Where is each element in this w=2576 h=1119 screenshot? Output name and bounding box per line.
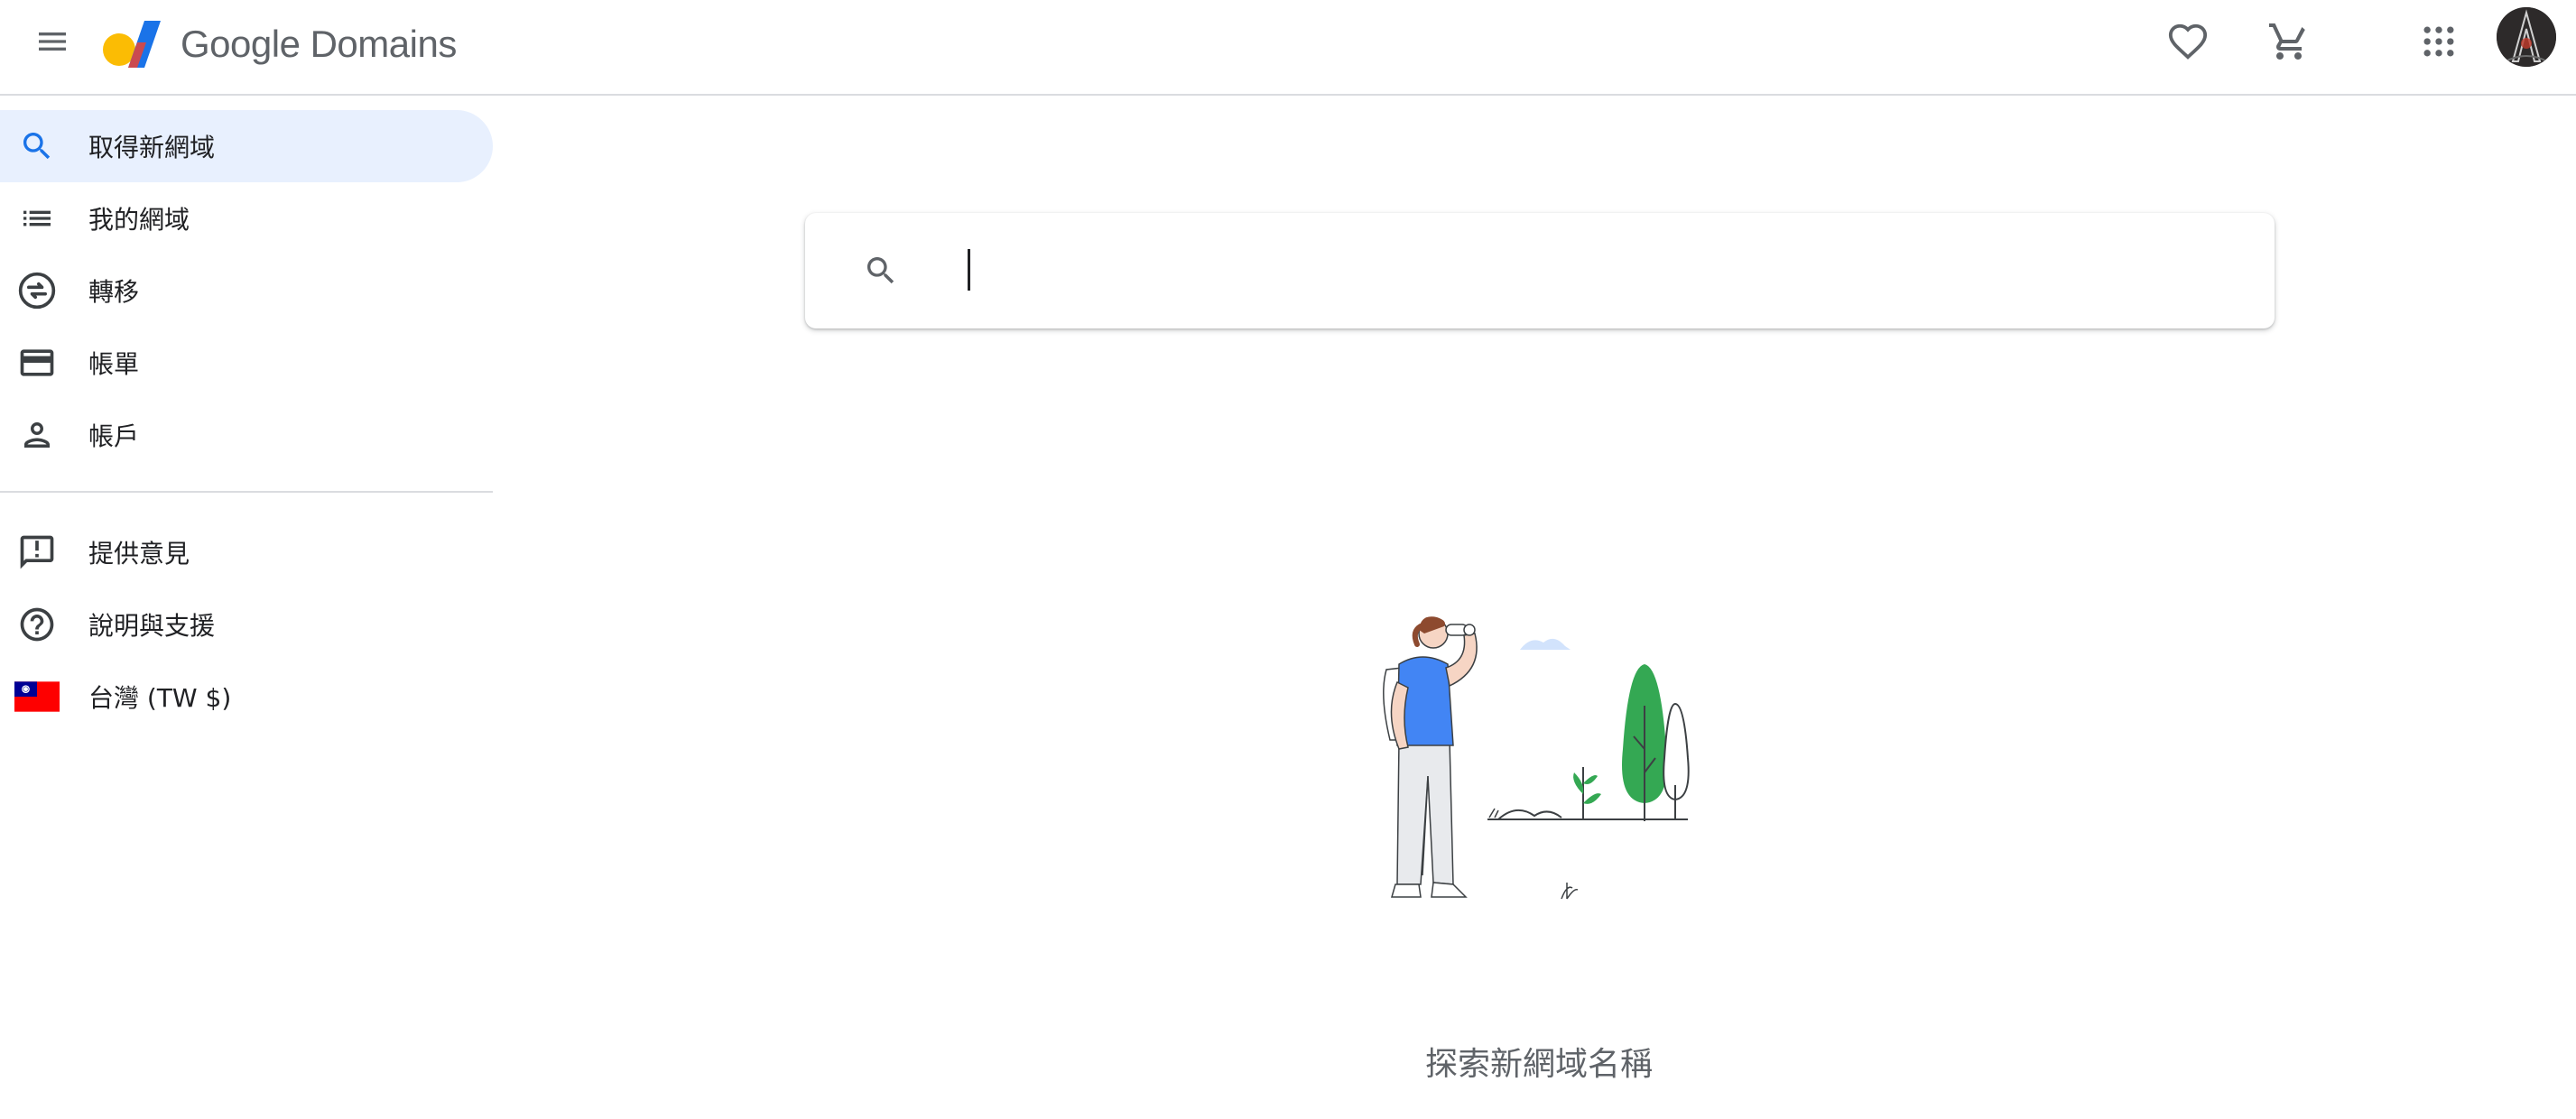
sidebar-divider <box>0 491 493 493</box>
favorites-button[interactable] <box>2161 14 2215 69</box>
sidebar-item-label: 帳單 <box>88 349 140 379</box>
sidebar-item-feedback[interactable]: 提供意見 <box>0 516 493 588</box>
help-icon <box>20 607 54 642</box>
sidebar-item-label: 帳戶 <box>88 421 140 451</box>
list-icon <box>23 210 51 227</box>
google-domains-logo[interactable]: Google Domains <box>101 13 457 76</box>
taiwan-flag-icon <box>14 681 60 712</box>
search-icon <box>23 133 51 160</box>
account-avatar[interactable] <box>2497 7 2556 67</box>
sidebar-item-billing[interactable]: 帳單 <box>0 327 493 399</box>
domain-search-input[interactable] <box>964 235 2228 307</box>
cart-button[interactable] <box>2262 14 2316 69</box>
explore-caption: 探索新網域名稱 <box>1424 1046 1653 1083</box>
sidebar-item-my-domains[interactable]: 我的網域 <box>0 182 493 254</box>
navigation-drawer: 取得新網域 我的網域 轉移 帳單 帳戶 提供意見 說明與支援 台灣 (TW $) <box>0 97 493 1119</box>
sidebar-item-get-domain[interactable]: 取得新網域 <box>0 110 493 182</box>
sidebar-item-label: 台灣 (TW $) <box>88 683 232 713</box>
heart-icon <box>2168 23 2208 60</box>
apps-grid-icon <box>2423 26 2454 57</box>
sidebar-item-label: 取得新網域 <box>88 133 216 162</box>
sidebar-item-account[interactable]: 帳戶 <box>0 399 493 471</box>
search-icon <box>867 257 894 284</box>
sidebar-item-label: 提供意見 <box>88 539 190 569</box>
sidebar-item-region[interactable]: 台灣 (TW $) <box>0 661 493 733</box>
transfer-icon <box>18 272 56 310</box>
google-apps-button[interactable] <box>2412 14 2466 69</box>
explore-illustration <box>1383 616 1690 900</box>
person-icon <box>24 422 50 448</box>
google-domains-logo-icon <box>103 21 161 68</box>
menu-icon <box>39 32 66 51</box>
sidebar-item-label: 轉移 <box>88 277 140 307</box>
avatar <box>2497 7 2556 67</box>
brand-name: Google Domains <box>181 23 457 65</box>
cart-icon <box>2269 23 2305 60</box>
sidebar-item-label: 說明與支援 <box>88 611 216 641</box>
domain-search-box <box>805 213 2275 328</box>
sidebar-item-help[interactable]: 說明與支援 <box>0 588 493 661</box>
sidebar-item-transfer[interactable]: 轉移 <box>0 254 493 327</box>
text-cursor <box>968 249 970 291</box>
menu-button[interactable] <box>27 16 78 67</box>
sidebar-item-label: 我的網域 <box>88 205 190 235</box>
feedback-icon <box>20 535 54 569</box>
credit-card-icon <box>20 349 54 376</box>
top-app-bar: Google Domains <box>0 0 2576 96</box>
